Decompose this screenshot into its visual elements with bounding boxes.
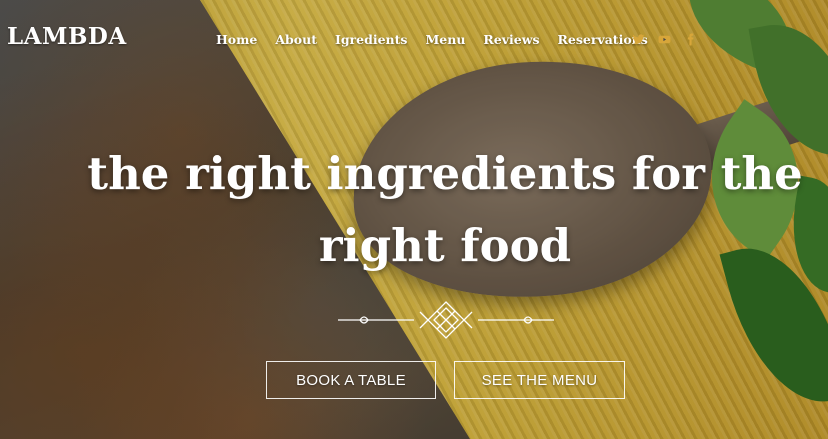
- social-links: [632, 31, 697, 46]
- nav-item-ingredients[interactable]: Igredients: [335, 32, 407, 47]
- nav-item-about[interactable]: About: [275, 32, 317, 47]
- twitter-icon[interactable]: [632, 31, 645, 44]
- site-logo[interactable]: LAMBDA: [7, 23, 127, 50]
- facebook-icon[interactable]: [684, 31, 697, 46]
- hero-headline: the right ingredients for the right food: [87, 147, 803, 272]
- nav-item-menu[interactable]: Menu: [425, 32, 465, 47]
- nav-item-home[interactable]: Home: [216, 32, 257, 47]
- book-table-button[interactable]: BOOK A TABLE: [266, 361, 436, 399]
- see-menu-button[interactable]: SEE THE MENU: [454, 361, 625, 399]
- youtube-icon[interactable]: [658, 31, 671, 44]
- nav-item-reviews[interactable]: Reviews: [483, 32, 539, 47]
- hero-section: LAMBDA Home About Igredients Menu Review…: [0, 0, 828, 439]
- main-nav: Home About Igredients Menu Reviews Reser…: [216, 32, 648, 47]
- ornament-divider-icon: [338, 301, 554, 339]
